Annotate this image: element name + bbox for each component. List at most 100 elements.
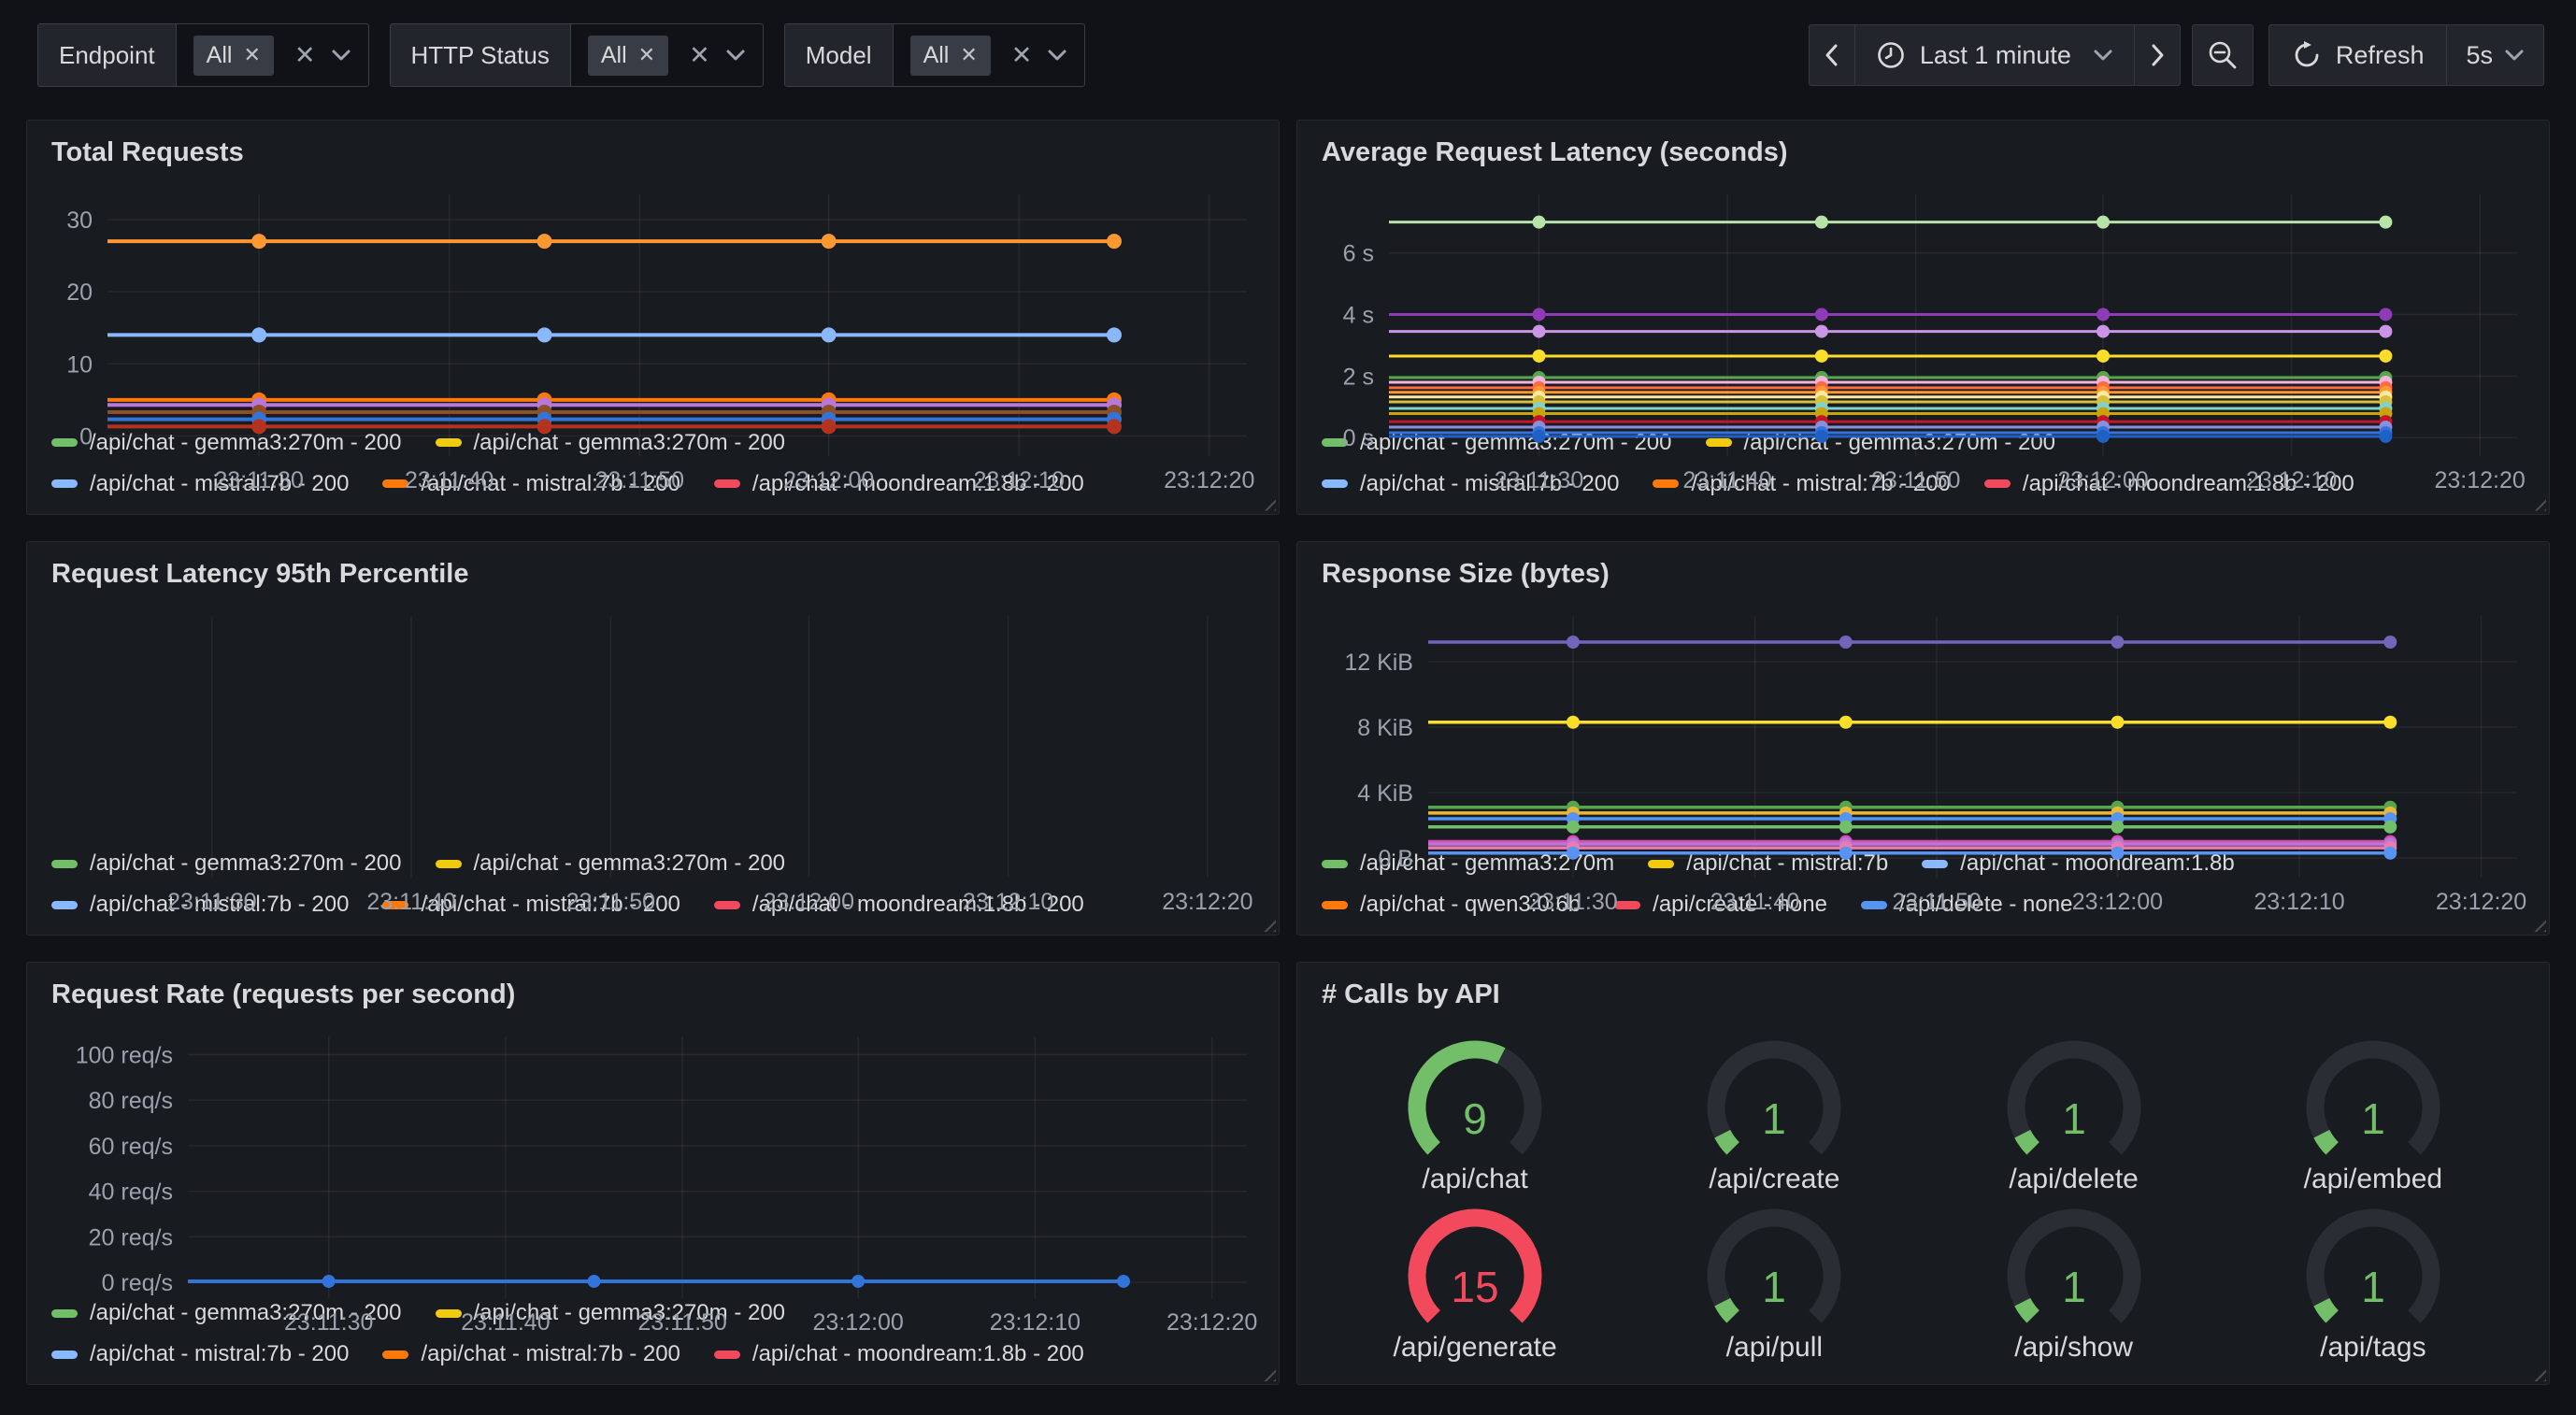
filter-group-model[interactable]: ModelAll✕✕	[784, 23, 1086, 87]
svg-text:6 s: 6 s	[1343, 241, 1374, 267]
filter-group-endpoint[interactable]: EndpointAll✕✕	[37, 23, 369, 87]
remove-value-icon[interactable]: ✕	[638, 45, 655, 65]
clear-icon[interactable]: ✕	[294, 43, 316, 68]
svg-text:80 req/s: 80 req/s	[89, 1088, 173, 1114]
legend-label: /api/chat - mistral:7b - 200	[90, 1341, 349, 1367]
time-shift-back-button[interactable]	[1809, 24, 1855, 86]
gauge-api-tags: 1/api/tags	[2224, 1195, 2523, 1364]
svg-text:10: 10	[66, 351, 93, 378]
legend-item[interactable]: /api/chat - mistral:7b - 200	[382, 1341, 680, 1367]
svg-text:23:12:10: 23:12:10	[963, 889, 1053, 915]
chart-plot-area[interactable]: 23:11:3023:11:4023:11:5023:12:0023:12:10…	[46, 601, 1262, 842]
filter-group-http-status[interactable]: HTTP StatusAll✕✕	[390, 23, 764, 87]
chart-canvas: 23:11:3023:11:4023:11:5023:12:0023:12:10…	[46, 1022, 1262, 1339]
chart-canvas: 23:11:3023:11:4023:11:5023:12:0023:12:10…	[1316, 601, 2532, 919]
remove-value-icon[interactable]: ✕	[243, 45, 260, 65]
svg-text:23:12:20: 23:12:20	[1162, 889, 1252, 915]
svg-text:12 KiB: 12 KiB	[1344, 650, 1413, 676]
chevron-down-icon[interactable]	[725, 49, 746, 62]
clear-icon[interactable]: ✕	[689, 43, 710, 68]
gauge-api-chat: 9/api/chat	[1325, 1027, 1624, 1195]
panel-title[interactable]: Request Latency 95th Percentile	[46, 553, 1262, 601]
svg-text:23:12:20: 23:12:20	[1166, 1309, 1257, 1336]
grafana-dashboard: EndpointAll✕✕HTTP StatusAll✕✕ModelAll✕✕ …	[0, 0, 2576, 1415]
panel-request-rate: Request Rate (requests per second) 23:11…	[26, 962, 1280, 1385]
gauge-value: 1	[2062, 1263, 2086, 1311]
panel-title[interactable]: Total Requests	[46, 132, 1262, 179]
legend-item[interactable]: /api/chat - mistral:7b - 200	[51, 1341, 349, 1367]
gauge-api-delete: 1/api/delete	[1925, 1027, 2224, 1195]
filter-value-area[interactable]: All✕✕	[571, 24, 763, 86]
refresh-interval-value: 5s	[2466, 41, 2493, 70]
svg-text:23:12:00: 23:12:00	[813, 1309, 904, 1336]
chevron-left-icon	[1823, 41, 1841, 69]
svg-text:23:11:40: 23:11:40	[405, 467, 494, 493]
chart-plot-area[interactable]: 23:11:3023:11:4023:11:5023:12:0023:12:10…	[46, 179, 1262, 421]
panel-avg-request-latency: Average Request Latency (seconds) 23:11:…	[1296, 120, 2550, 515]
clock-icon	[1876, 40, 1906, 70]
svg-text:23:12:00: 23:12:00	[783, 467, 874, 493]
svg-text:8 KiB: 8 KiB	[1357, 715, 1413, 741]
chart-plot-area[interactable]: 23:11:3023:11:4023:11:5023:12:0023:12:10…	[1316, 601, 2532, 842]
gauge-arc: 1	[1682, 1027, 1866, 1169]
legend-swatch-icon	[714, 1351, 740, 1359]
remove-value-icon[interactable]: ✕	[960, 45, 977, 65]
refresh-group: Refresh 5s	[2268, 24, 2544, 86]
panel-title[interactable]: Average Request Latency (seconds)	[1316, 132, 2532, 179]
svg-text:60 req/s: 60 req/s	[89, 1134, 173, 1160]
filter-chip[interactable]: All✕	[588, 36, 668, 76]
svg-text:23:11:50: 23:11:50	[1892, 889, 1981, 915]
panel-title[interactable]: # Calls by API	[1316, 974, 2532, 1022]
filter-label: Endpoint	[38, 24, 177, 86]
chart-canvas: 23:11:3023:11:4023:11:5023:12:0023:12:10…	[1316, 179, 2532, 497]
time-shift-forward-button[interactable]	[2134, 24, 2181, 86]
dashboard-toolbar: EndpointAll✕✕HTTP StatusAll✕✕ModelAll✕✕ …	[0, 0, 2576, 110]
chevron-down-icon[interactable]	[331, 49, 351, 62]
svg-text:23:12:00: 23:12:00	[2057, 467, 2148, 493]
gauge-label: /api/generate	[1394, 1332, 1557, 1364]
chart-plot-area[interactable]: 23:11:3023:11:4023:11:5023:12:0023:12:10…	[1316, 179, 2532, 421]
zoom-out-button[interactable]	[2192, 24, 2254, 86]
clear-icon[interactable]: ✕	[1011, 43, 1033, 68]
svg-text:23:11:30: 23:11:30	[1528, 889, 1617, 915]
gauge-arc: 1	[1982, 1195, 2166, 1337]
refresh-interval-picker[interactable]: 5s	[2446, 24, 2544, 86]
panel-total-requests: Total Requests 23:11:3023:11:4023:11:502…	[26, 120, 1280, 515]
svg-text:23:11:40: 23:11:40	[1682, 467, 1771, 493]
svg-text:23:11:30: 23:11:30	[1495, 467, 1583, 493]
gauge-value: 15	[1452, 1263, 1499, 1311]
svg-text:4 KiB: 4 KiB	[1357, 780, 1413, 807]
gauge-api-generate: 15/api/generate	[1325, 1195, 1624, 1364]
chart-plot-area[interactable]: 23:11:3023:11:4023:11:5023:12:0023:12:10…	[46, 1022, 1262, 1291]
gauge-value: 1	[2361, 1263, 2385, 1311]
time-range-picker[interactable]: Last 1 minute	[1854, 24, 2135, 86]
gauge-api-create: 1/api/create	[1624, 1027, 1924, 1195]
gauge-api-embed: 1/api/embed	[2224, 1027, 2523, 1195]
gauge-label: /api/show	[2014, 1332, 2133, 1364]
legend-item[interactable]: /api/chat - moondream:1.8b - 200	[714, 1341, 1084, 1367]
gauge-grid: 9/api/chat1/api/create1/api/delete1/api/…	[1316, 1022, 2532, 1373]
filter-value-area[interactable]: All✕✕	[177, 24, 368, 86]
svg-text:23:12:10: 23:12:10	[974, 467, 1065, 493]
refresh-label: Refresh	[2336, 41, 2425, 70]
svg-text:23:11:50: 23:11:50	[566, 889, 655, 915]
legend-label: /api/chat - moondream:1.8b - 200	[752, 1341, 1084, 1367]
panel-title[interactable]: Request Rate (requests per second)	[46, 974, 1262, 1022]
svg-text:0 s: 0 s	[1343, 425, 1374, 451]
legend-swatch-icon	[382, 1351, 408, 1359]
filter-chip[interactable]: All✕	[193, 36, 274, 76]
svg-text:23:11:50: 23:11:50	[595, 467, 684, 493]
gauge-value: 1	[2062, 1094, 2086, 1143]
panel-title[interactable]: Response Size (bytes)	[1316, 553, 2532, 601]
gauge-label: /api/pull	[1726, 1332, 1823, 1364]
gauge-label: /api/chat	[1422, 1164, 1527, 1195]
filter-chip[interactable]: All✕	[910, 36, 991, 76]
svg-text:23:11:40: 23:11:40	[461, 1309, 550, 1336]
svg-text:23:11:30: 23:11:30	[284, 1309, 373, 1336]
gauge-value: 1	[2361, 1094, 2385, 1143]
chevron-down-icon[interactable]	[1047, 49, 1067, 62]
filter-value-area[interactable]: All✕✕	[894, 24, 1085, 86]
svg-text:23:11:50: 23:11:50	[1871, 467, 1960, 493]
svg-text:23:11:40: 23:11:40	[366, 889, 455, 915]
refresh-button[interactable]: Refresh	[2268, 24, 2448, 86]
